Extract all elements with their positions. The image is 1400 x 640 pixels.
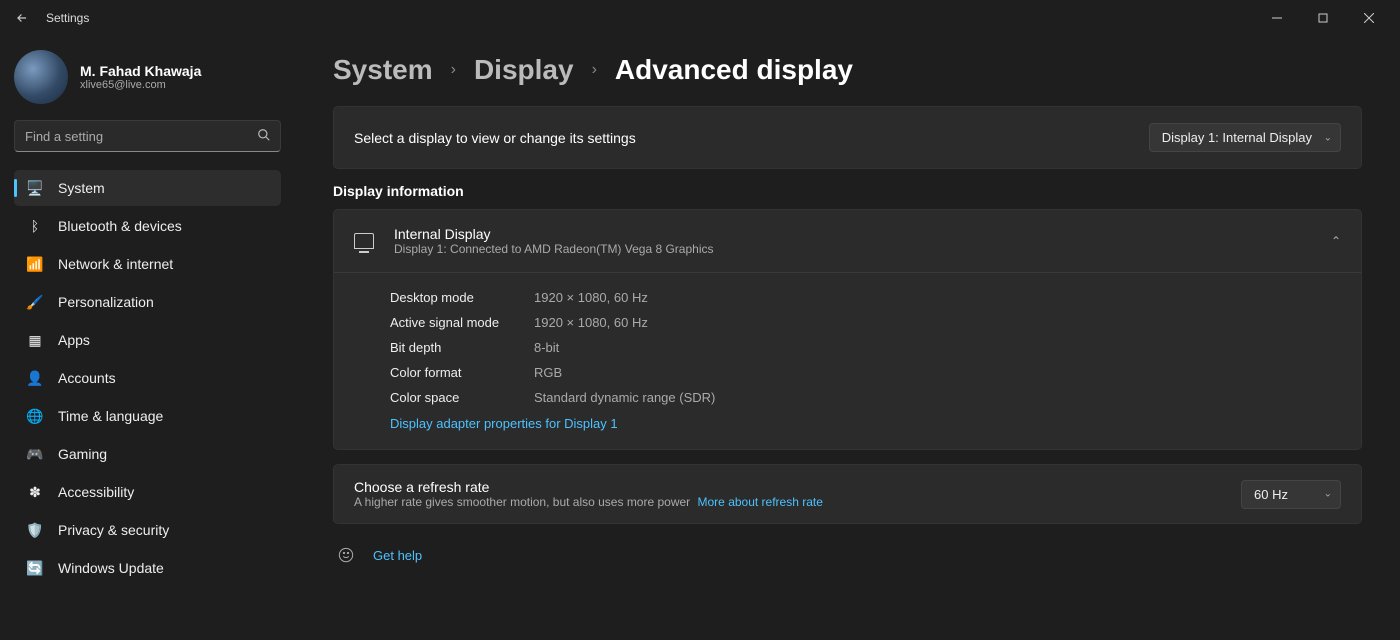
paintbrush-icon: 🖌️ bbox=[26, 293, 44, 311]
refresh-rate-dropdown[interactable]: 60 Hz ⌄ bbox=[1241, 480, 1341, 509]
info-value: 8-bit bbox=[534, 340, 559, 355]
gamepad-icon: 🎮 bbox=[26, 445, 44, 463]
info-key: Color format bbox=[390, 365, 510, 380]
refresh-title: Choose a refresh rate bbox=[354, 479, 823, 495]
monitor-icon bbox=[354, 233, 374, 249]
sidebar-item-time[interactable]: 🌐 Time & language bbox=[14, 398, 281, 434]
info-row: Color space Standard dynamic range (SDR) bbox=[390, 385, 1341, 410]
sidebar-item-label: Time & language bbox=[58, 408, 163, 424]
main-content: System › Display › Advanced display Sele… bbox=[295, 36, 1400, 640]
sidebar-item-accounts[interactable]: 👤 Accounts bbox=[14, 360, 281, 396]
display-adapter-properties-link[interactable]: Display adapter properties for Display 1 bbox=[390, 410, 618, 431]
refresh-rate-panel: Choose a refresh rate A higher rate give… bbox=[333, 464, 1362, 524]
app-title: Settings bbox=[46, 11, 89, 25]
sidebar-item-apps[interactable]: ▦ Apps bbox=[14, 322, 281, 358]
info-value: RGB bbox=[534, 365, 562, 380]
breadcrumb: System › Display › Advanced display bbox=[333, 54, 1362, 86]
breadcrumb-current: Advanced display bbox=[615, 54, 853, 86]
globe-icon: 🌐 bbox=[26, 407, 44, 425]
sidebar-item-label: Windows Update bbox=[58, 560, 164, 576]
sidebar-item-accessibility[interactable]: ✽ Accessibility bbox=[14, 474, 281, 510]
sidebar-item-label: System bbox=[58, 180, 105, 196]
info-row: Color format RGB bbox=[390, 360, 1341, 385]
display-selector-panel: Select a display to view or change its s… bbox=[333, 106, 1362, 169]
sidebar-item-label: Gaming bbox=[58, 446, 107, 462]
maximize-button[interactable] bbox=[1300, 2, 1346, 34]
chevron-right-icon: › bbox=[592, 61, 597, 79]
display-selector-caption: Select a display to view or change its s… bbox=[354, 130, 636, 146]
sidebar-item-label: Bluetooth & devices bbox=[58, 218, 182, 234]
minimize-button[interactable] bbox=[1254, 2, 1300, 34]
sidebar-item-label: Personalization bbox=[58, 294, 154, 310]
display-info-panel: Internal Display Display 1: Connected to… bbox=[333, 209, 1362, 450]
sidebar: M. Fahad Khawaja xlive65@live.com 🖥️ Syst… bbox=[0, 36, 295, 640]
display-info-subtitle: Display 1: Connected to AMD Radeon(TM) V… bbox=[394, 242, 714, 256]
nav-list: 🖥️ System ᛒ Bluetooth & devices 📶 Network & i… bbox=[14, 170, 281, 586]
search-input[interactable] bbox=[14, 120, 281, 152]
info-value: Standard dynamic range (SDR) bbox=[534, 390, 715, 405]
refresh-rate-value: 60 Hz bbox=[1254, 487, 1288, 502]
person-icon: 👤 bbox=[26, 369, 44, 387]
info-key: Bit depth bbox=[390, 340, 510, 355]
sidebar-item-label: Accessibility bbox=[58, 484, 134, 500]
sidebar-item-gaming[interactable]: 🎮 Gaming bbox=[14, 436, 281, 472]
profile-name: M. Fahad Khawaja bbox=[80, 63, 201, 79]
display-selector-value: Display 1: Internal Display bbox=[1162, 130, 1312, 145]
info-key: Color space bbox=[390, 390, 510, 405]
info-value: 1920 × 1080, 60 Hz bbox=[534, 315, 648, 330]
sidebar-item-privacy[interactable]: 🛡️ Privacy & security bbox=[14, 512, 281, 548]
chevron-up-icon: ⌃ bbox=[1331, 234, 1341, 248]
breadcrumb-display[interactable]: Display bbox=[474, 54, 574, 86]
sidebar-item-label: Network & internet bbox=[58, 256, 173, 272]
back-button[interactable] bbox=[8, 4, 36, 32]
apps-icon: ▦ bbox=[26, 331, 44, 349]
refresh-more-link[interactable]: More about refresh rate bbox=[698, 495, 823, 509]
info-row: Active signal mode 1920 × 1080, 60 Hz bbox=[390, 310, 1341, 335]
display-info-header[interactable]: Internal Display Display 1: Connected to… bbox=[334, 210, 1361, 273]
refresh-subtitle: A higher rate gives smoother motion, but… bbox=[354, 495, 690, 509]
display-info-body: Desktop mode1920 × 1080, 60 HzActive sig… bbox=[334, 273, 1361, 449]
help-row: Get help bbox=[333, 542, 1362, 564]
help-icon bbox=[337, 546, 355, 564]
search-icon bbox=[257, 128, 271, 147]
info-row: Bit depth 8-bit bbox=[390, 335, 1341, 360]
sidebar-item-personalization[interactable]: 🖌️ Personalization bbox=[14, 284, 281, 320]
titlebar: Settings bbox=[0, 0, 1400, 36]
breadcrumb-system[interactable]: System bbox=[333, 54, 433, 86]
display-info-title: Internal Display bbox=[394, 226, 714, 242]
display-selector-dropdown[interactable]: Display 1: Internal Display ⌄ bbox=[1149, 123, 1341, 152]
sidebar-item-label: Accounts bbox=[58, 370, 116, 386]
sidebar-item-system[interactable]: 🖥️ System bbox=[14, 170, 281, 206]
section-title-display-info: Display information bbox=[333, 183, 1362, 199]
avatar bbox=[14, 50, 68, 104]
info-key: Desktop mode bbox=[390, 290, 510, 305]
sidebar-item-label: Privacy & security bbox=[58, 522, 169, 538]
get-help-link[interactable]: Get help bbox=[373, 548, 422, 563]
close-button[interactable] bbox=[1346, 2, 1392, 34]
chevron-down-icon: ⌄ bbox=[1324, 132, 1332, 143]
info-row: Desktop mode 1920 × 1080, 60 Hz bbox=[390, 285, 1341, 310]
sidebar-item-network[interactable]: 📶 Network & internet bbox=[14, 246, 281, 282]
shield-icon: 🛡️ bbox=[26, 521, 44, 539]
sidebar-item-update[interactable]: 🔄 Windows Update bbox=[14, 550, 281, 586]
bluetooth-icon: ᛒ bbox=[26, 217, 44, 235]
chevron-right-icon: › bbox=[451, 61, 456, 79]
accessibility-icon: ✽ bbox=[26, 483, 44, 501]
monitor-icon: 🖥️ bbox=[26, 179, 44, 197]
search-container bbox=[14, 120, 281, 152]
update-icon: 🔄 bbox=[26, 559, 44, 577]
info-key: Active signal mode bbox=[390, 315, 510, 330]
info-value: 1920 × 1080, 60 Hz bbox=[534, 290, 648, 305]
profile-email: xlive65@live.com bbox=[80, 79, 201, 91]
sidebar-item-bluetooth[interactable]: ᛒ Bluetooth & devices bbox=[14, 208, 281, 244]
sidebar-item-label: Apps bbox=[58, 332, 90, 348]
profile-block[interactable]: M. Fahad Khawaja xlive65@live.com bbox=[14, 48, 281, 120]
wifi-icon: 📶 bbox=[26, 255, 44, 273]
window-controls bbox=[1254, 2, 1392, 34]
chevron-down-icon: ⌄ bbox=[1324, 489, 1332, 500]
